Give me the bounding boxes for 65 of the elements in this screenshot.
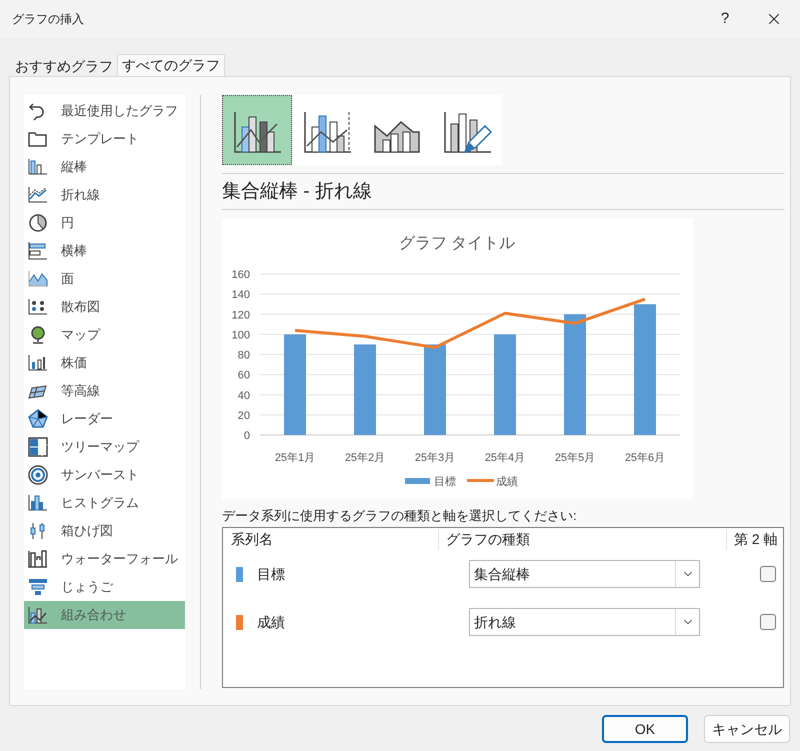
chart-type-item[interactable]: じょうご [24,573,185,601]
y-axis-label: 80 [238,350,250,362]
chart-type-item[interactable]: 株価 [24,349,185,377]
secondary-axis-checkbox[interactable] [760,566,776,582]
series-prompt: データ系列に使用するグラフの種類と軸を選択してください: [222,508,578,524]
x-axis-label: 25年1月 [274,452,316,464]
y-axis-label: 60 [238,370,250,382]
funnel-icon [27,576,49,598]
x-axis-label: 25年4月 [484,452,526,464]
y-axis-label: 0 [244,430,250,442]
legend-line [467,479,494,482]
horizontal-bar-icon [27,240,49,262]
chart-type-item[interactable]: 面 [24,265,185,293]
chart-type-item[interactable]: 箱ひげ図 [24,517,185,545]
y-axis-label: 40 [238,390,250,402]
chart-type-dropdown[interactable]: 集合縦棒 [469,560,700,588]
radar-icon [27,408,49,430]
ok-button[interactable]: OK [602,715,688,743]
waterfall-icon [27,548,49,570]
pie-chart-icon [27,212,49,234]
chart-type-item[interactable]: レーダー [24,405,185,433]
tab[interactable]: すべてのグラフ [117,54,225,76]
combo-chart-icon [27,604,49,626]
chart-type-item[interactable]: 縦棒 [24,153,185,181]
chart-type-item[interactable]: 組み合わせ [24,601,185,629]
chart-subtype-title: 集合縦棒 - 折れ線 [222,180,373,204]
x-axis-label: 25年3月 [414,452,456,464]
treemap-icon [27,436,49,458]
chart-type-item[interactable]: ツリーマップ [24,433,185,461]
chart-type-item[interactable]: 最近使用したグラフ [24,97,185,125]
series-name: 成績 [257,612,285,632]
series-name: 目標 [257,564,285,584]
y-axis-label: 20 [238,410,250,422]
chart-type-item[interactable]: 円 [24,209,185,237]
x-axis-label: 25年6月 [624,452,666,464]
column-header: グラフの種類 [439,528,727,550]
column-header: 系列名 [223,528,439,550]
y-axis-label: 140 [232,289,250,302]
y-axis-label: 160 [232,269,250,281]
secondary-axis-checkbox[interactable] [760,614,776,630]
chart-subtype-button[interactable] [222,95,292,165]
chart-type-item[interactable]: 折れ線 [24,181,185,209]
cancel-button[interactable]: キャンセル [704,715,790,743]
chart-type-item[interactable]: ウォーターフォール [24,545,185,573]
chart-type-item[interactable]: 等高線 [24,377,185,405]
chart-type-item[interactable]: 横棒 [24,237,185,265]
x-axis-label: 25年5月 [554,452,596,464]
help-button[interactable]: ? [702,0,748,38]
chart-title: グラフ タイトル [398,235,516,252]
y-axis-label: 100 [232,329,250,342]
column-header: 第 2 軸 [733,530,778,548]
chart-type-item[interactable]: マップ [24,321,185,349]
chart-type-item[interactable]: テンプレート [24,125,185,153]
legend-label: 目標 [434,476,456,488]
sunburst-icon [27,464,49,486]
chart-type-item[interactable]: 散布図 [24,293,185,321]
chart-type-dropdown[interactable]: 折れ線 [469,608,700,636]
y-axis-label: 120 [232,309,250,322]
chart-type-item[interactable]: サンバースト [24,461,185,489]
chart-type-item[interactable]: ヒストグラム [24,489,185,517]
window-title: グラフの挿入 [12,11,85,28]
tab[interactable]: おすすめグラフ [11,56,117,76]
legend-swatch [405,478,430,484]
legend-label: 成績 [496,476,518,488]
x-axis-label: 25年2月 [344,452,386,464]
